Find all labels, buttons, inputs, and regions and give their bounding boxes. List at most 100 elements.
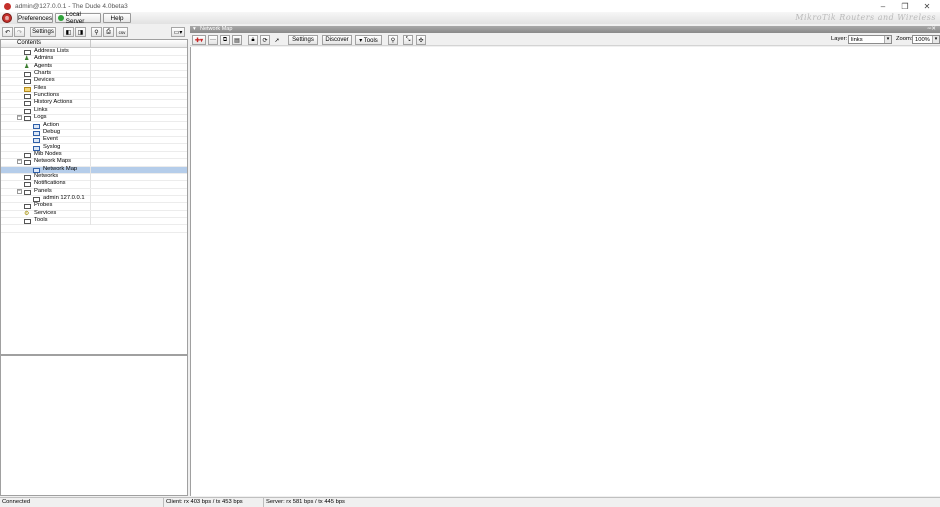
disconnect-icon[interactable]: ⊗ bbox=[2, 13, 12, 23]
tree-item[interactable]: − Panels bbox=[1, 188, 187, 196]
tree-item-label: Tools bbox=[34, 217, 48, 224]
arrange-icon[interactable]: ⤡ bbox=[403, 35, 413, 45]
agent-icon: ♟ bbox=[24, 63, 30, 70]
lock-icon[interactable]: 🔒︎ bbox=[248, 35, 258, 45]
title-bar: admin@127.0.0.1 - The Dude 4.0beta3 – ❐ … bbox=[0, 0, 940, 12]
paste-icon[interactable]: ▤ bbox=[232, 35, 242, 45]
tree-item-label: History Actions bbox=[34, 99, 73, 106]
tree-item[interactable]: Devices bbox=[1, 77, 187, 86]
network-map-canvas[interactable] bbox=[190, 47, 940, 496]
tree-item[interactable]: Action bbox=[1, 122, 187, 130]
column-divider bbox=[90, 93, 91, 101]
tree-item[interactable]: Tools bbox=[1, 217, 187, 226]
column-divider bbox=[90, 78, 91, 86]
collapse-icon[interactable]: − bbox=[17, 188, 22, 194]
zoom-value: 100% bbox=[915, 37, 930, 43]
list-icon bbox=[24, 50, 31, 55]
pane-menu-icon[interactable]: ▾ bbox=[193, 26, 196, 32]
discover-button[interactable]: Discover bbox=[322, 35, 352, 45]
column-divider bbox=[90, 203, 91, 211]
print-icon[interactable]: ⎙ bbox=[103, 27, 114, 37]
minimize-button[interactable]: – bbox=[872, 0, 894, 12]
find-device-icon[interactable]: ⚲ bbox=[388, 35, 398, 45]
tree-item-label: Admins bbox=[34, 55, 54, 62]
collapse-icon[interactable]: − bbox=[17, 115, 22, 121]
contents-column-header[interactable]: Contents bbox=[17, 40, 41, 46]
list-icon bbox=[24, 182, 31, 188]
column-divider bbox=[90, 137, 91, 145]
tree-item[interactable]: Functions bbox=[1, 92, 187, 101]
list-icon bbox=[24, 160, 31, 166]
tree-item[interactable]: Debug bbox=[1, 129, 187, 138]
map-settings-button[interactable]: Settings bbox=[288, 35, 318, 45]
column-divider bbox=[90, 188, 91, 196]
column-divider bbox=[90, 181, 91, 189]
tree-item[interactable]: Networks bbox=[1, 172, 187, 182]
tree-item[interactable]: Notifications bbox=[1, 180, 187, 189]
column-divider bbox=[90, 71, 91, 79]
chevron-down-icon[interactable]: ▾ bbox=[932, 36, 939, 43]
tree-item-label: Charts bbox=[34, 70, 52, 77]
column-divider bbox=[90, 56, 91, 64]
pointer-icon[interactable]: ➚ bbox=[272, 35, 282, 45]
collapse-icon[interactable]: − bbox=[17, 159, 22, 165]
column-divider bbox=[90, 63, 91, 71]
list-icon bbox=[24, 174, 31, 180]
tree-item-label: Address Lists bbox=[34, 48, 69, 54]
tree-item[interactable]: Files bbox=[1, 85, 187, 94]
import-icon[interactable]: ◧ bbox=[63, 27, 74, 37]
help-button[interactable]: Help bbox=[103, 13, 131, 23]
tree-item[interactable]: Mib Nodes bbox=[1, 151, 187, 160]
service-icon: ⚙ bbox=[24, 210, 30, 217]
tree-item[interactable]: ⚙ Services bbox=[1, 210, 187, 218]
contents-tree: Contents Address Lists ♟ Admins ♟ Agents Char… bbox=[0, 39, 188, 355]
copy-icon[interactable]: ⧉ bbox=[220, 35, 230, 45]
close-button[interactable]: ✕ bbox=[916, 0, 938, 12]
column-divider bbox=[90, 122, 91, 130]
tree-item[interactable]: Links bbox=[1, 107, 187, 116]
list-icon bbox=[24, 79, 31, 85]
tree-item[interactable]: History Actions bbox=[1, 99, 187, 108]
tree-item[interactable]: ♟ Agents bbox=[1, 63, 187, 71]
chevron-down-icon[interactable]: ▾ bbox=[884, 36, 891, 43]
zoom-select[interactable]: 100% ▾ bbox=[912, 35, 940, 44]
tree-item[interactable]: admin 127.0.0.1 bbox=[1, 195, 187, 204]
tools-menu-button[interactable]: ▾ Tools bbox=[355, 35, 382, 45]
forward-icon[interactable]: ↷ bbox=[14, 27, 25, 37]
add-icon[interactable]: ✚▾ bbox=[192, 35, 206, 45]
log-icon bbox=[33, 145, 40, 151]
layout-menu-icon[interactable]: ▭▾ bbox=[171, 27, 185, 37]
csv-icon[interactable]: csv bbox=[116, 27, 128, 37]
local-server-button[interactable]: Local Server bbox=[55, 11, 101, 25]
column-divider bbox=[90, 100, 91, 108]
restore-button[interactable]: ❐ bbox=[894, 0, 916, 12]
tree-item[interactable]: Charts bbox=[1, 70, 187, 79]
tree-item-label: Networks bbox=[34, 172, 59, 179]
preferences-button[interactable]: Preferences bbox=[17, 13, 53, 23]
tree-item[interactable]: − Logs bbox=[1, 114, 187, 123]
brand-logo: MikroTik Routers and Wireless bbox=[795, 13, 936, 22]
remove-icon[interactable]: — bbox=[208, 35, 218, 45]
status-bar: Connected Client: rx 403 bps / tx 453 bp… bbox=[0, 497, 940, 507]
map-icon bbox=[33, 167, 40, 173]
pane-window-controls-icon[interactable]: ▫▫✕ bbox=[927, 26, 936, 32]
tree-item-label: Probes bbox=[34, 202, 53, 209]
export-icon[interactable]: ◨ bbox=[75, 27, 86, 37]
refresh-icon[interactable]: ⟳ bbox=[260, 35, 270, 45]
tree-item[interactable]: Event bbox=[1, 136, 187, 145]
column-divider bbox=[90, 151, 91, 159]
settings-button[interactable]: Settings bbox=[30, 27, 56, 37]
auto-arrange-icon[interactable]: ✣ bbox=[416, 35, 426, 45]
column-divider bbox=[90, 173, 91, 181]
tree-item[interactable]: Network Map bbox=[1, 165, 187, 174]
tree-item[interactable]: Syslog bbox=[1, 144, 187, 152]
list-icon bbox=[24, 94, 31, 100]
server-status-icon bbox=[58, 15, 64, 21]
back-icon[interactable]: ↶ bbox=[2, 27, 13, 37]
find-icon[interactable]: ⚲ bbox=[91, 27, 102, 37]
layer-select[interactable]: links ▾ bbox=[848, 35, 892, 44]
tree-item-label: Functions bbox=[34, 92, 60, 99]
tree-item-label: Network Map bbox=[43, 165, 78, 172]
tree-item[interactable]: − Network Maps bbox=[1, 158, 187, 167]
tree-item-label: Logs bbox=[34, 114, 47, 121]
